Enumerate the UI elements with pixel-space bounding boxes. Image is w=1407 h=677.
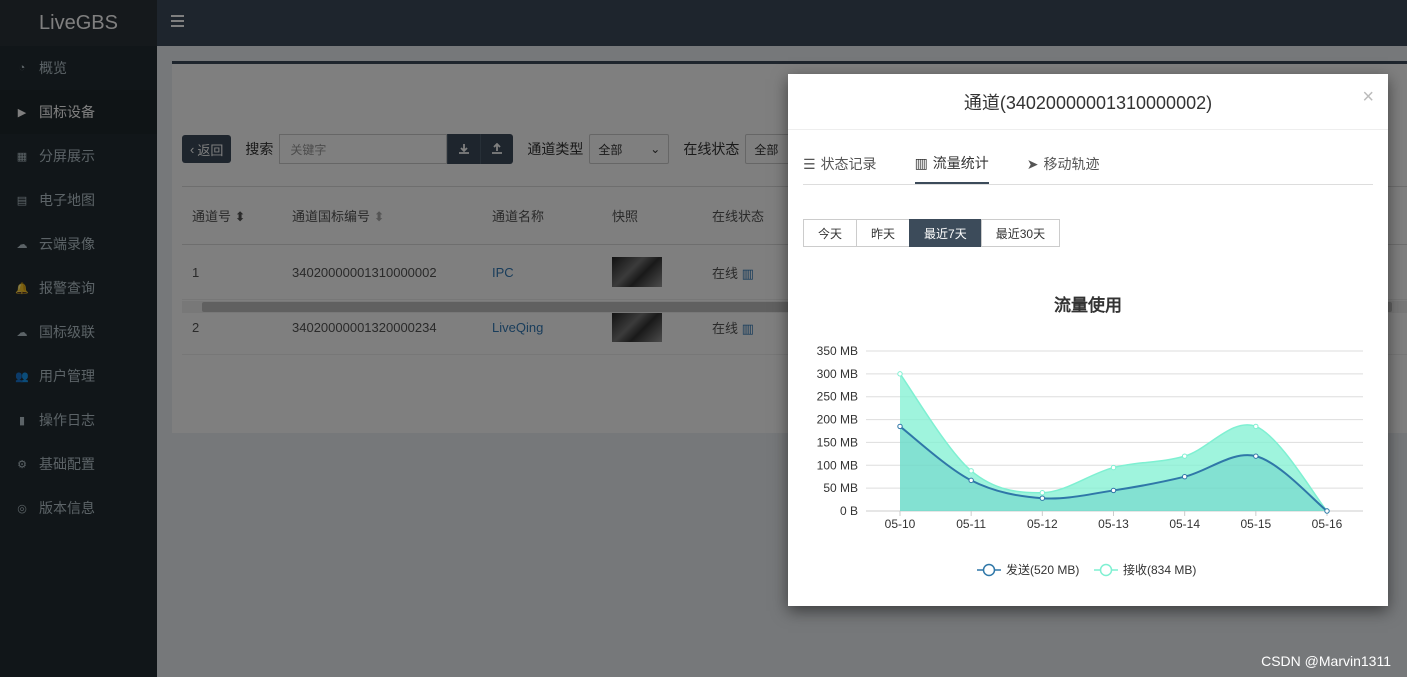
data-point (1110, 487, 1117, 494)
legend-label: 接收(834 MB) (1123, 562, 1196, 577)
location-arrow-icon: ➤ (1026, 155, 1039, 172)
x-tick-label: 05-10 (885, 517, 916, 531)
data-point (1181, 453, 1188, 459)
legend-label: 发送(520 MB) (1006, 562, 1079, 577)
chart-title: 流量使用 (1054, 295, 1122, 316)
x-tick-label: 05-15 (1240, 517, 1271, 531)
data-point (1324, 508, 1330, 514)
data-point (1181, 474, 1188, 480)
legend-marker (1099, 563, 1113, 577)
list-icon: ☰ (803, 155, 816, 172)
range-button-group: 今天 昨天 最近7天 最近30天 (803, 219, 1061, 247)
y-tick-label: 300 MB (817, 367, 858, 381)
x-tick-label: 05-14 (1169, 517, 1200, 531)
watermark: CSDN @Marvin1311 (1261, 653, 1391, 669)
close-icon[interactable]: × (1362, 86, 1374, 109)
x-tick-label: 05-11 (956, 517, 986, 531)
data-point (968, 468, 974, 474)
y-tick-label: 50 MB (823, 481, 858, 495)
traffic-chart: 流量使用 0 B 50 MB 100 MB 150 MB 200 MB 250 MB 300 … (788, 282, 1388, 592)
y-tick-label: 0 B (840, 504, 858, 518)
range-7days-button[interactable]: 最近7天 (909, 219, 982, 247)
modal-tabs: ☰ 状态记录 ▥ 流量统计 ➤ 移动轨迹 (803, 152, 1373, 185)
data-point (1110, 464, 1117, 471)
tab-status-record[interactable]: ☰ 状态记录 (803, 152, 877, 184)
x-tick-label: 05-12 (1027, 517, 1058, 531)
range-yesterday-button[interactable]: 昨天 (856, 219, 911, 247)
y-tick-label: 200 MB (817, 413, 858, 427)
y-tick-label: 350 MB (817, 344, 858, 358)
traffic-chart-svg: 流量使用 0 B 50 MB 100 MB 150 MB 200 MB 250 MB 300 … (817, 295, 1363, 577)
y-tick-label: 250 MB (817, 390, 858, 404)
modal-title: 通道(34020000001310000002) (963, 92, 1213, 113)
modal-header: 通道(34020000001310000002) × (788, 74, 1388, 130)
data-point (1253, 453, 1259, 459)
range-30days-button[interactable]: 最近30天 (980, 219, 1061, 247)
data-point (968, 477, 974, 484)
y-tick-label: 100 MB (817, 458, 858, 472)
legend-marker (982, 563, 996, 577)
data-point (1039, 495, 1046, 501)
x-tick-label: 05-16 (1312, 517, 1343, 531)
tab-traffic-stats[interactable]: ▥ 流量统计 (914, 152, 989, 184)
data-point (1039, 490, 1046, 496)
range-today-button[interactable]: 今天 (803, 219, 858, 247)
data-point (1253, 423, 1259, 430)
bar-chart-icon: ▥ (914, 154, 928, 171)
data-point (897, 371, 903, 377)
data-point (897, 423, 903, 430)
x-tick-label: 05-13 (1098, 517, 1129, 531)
tab-motion-track[interactable]: ➤ 移动轨迹 (1027, 152, 1100, 184)
y-tick-label: 150 MB (817, 435, 858, 449)
traffic-modal: 通道(34020000001310000002) × ☰ 状态记录 ▥ 流量统计… (788, 74, 1388, 606)
